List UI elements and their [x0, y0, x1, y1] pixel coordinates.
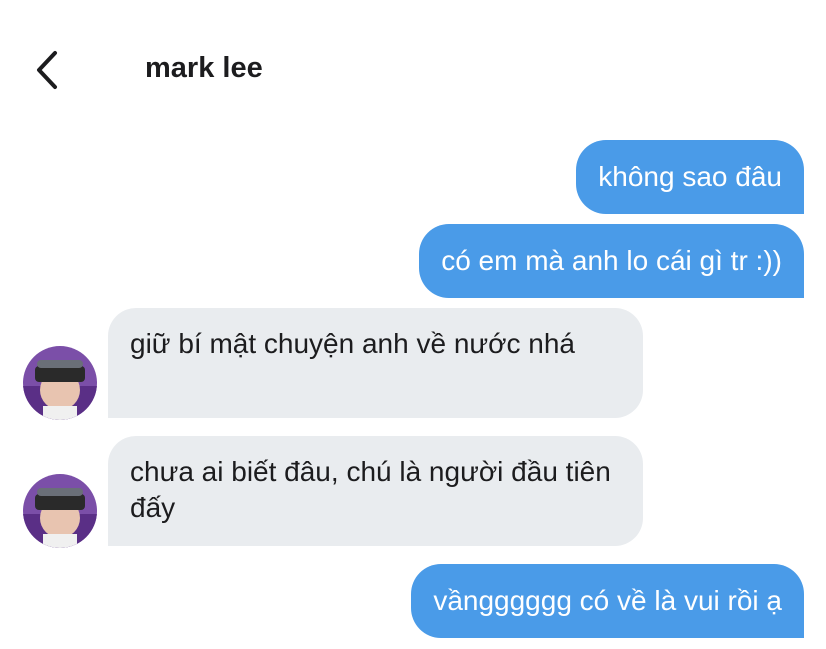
contact-avatar[interactable] [23, 474, 97, 548]
contact-avatar[interactable] [23, 346, 97, 420]
back-button[interactable] [24, 48, 68, 92]
message-bubble-received[interactable]: chưa ai biết đâu, chú là người đầu tiên … [108, 436, 643, 546]
message-bubble-sent[interactable]: vầngggggg có về là vui rồi ạ [411, 564, 804, 638]
chevron-left-icon [37, 51, 57, 89]
message-bubble-received[interactable]: giữ bí mật chuyện anh về nước nhá [108, 308, 643, 418]
chat-header: mark lee [0, 0, 826, 140]
contact-name: mark lee [145, 52, 263, 84]
message-bubble-sent[interactable]: có em mà anh lo cái gì tr :)) [419, 224, 804, 298]
message-bubble-sent[interactable]: không sao đâu [576, 140, 804, 214]
